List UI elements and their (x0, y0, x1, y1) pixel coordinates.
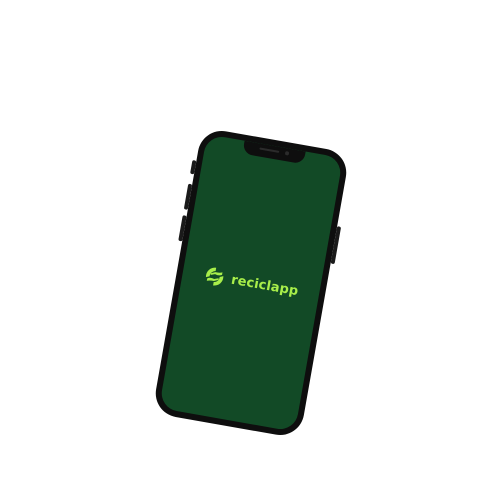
phone-device: reciclapp (151, 127, 351, 439)
speaker-grille (259, 147, 280, 153)
stage: reciclapp (0, 0, 500, 500)
recycle-hands-icon (202, 264, 227, 289)
app-name: reciclapp (230, 272, 300, 299)
app-logo: reciclapp (202, 264, 300, 302)
front-camera (284, 150, 290, 156)
splash-screen: reciclapp (158, 134, 344, 432)
